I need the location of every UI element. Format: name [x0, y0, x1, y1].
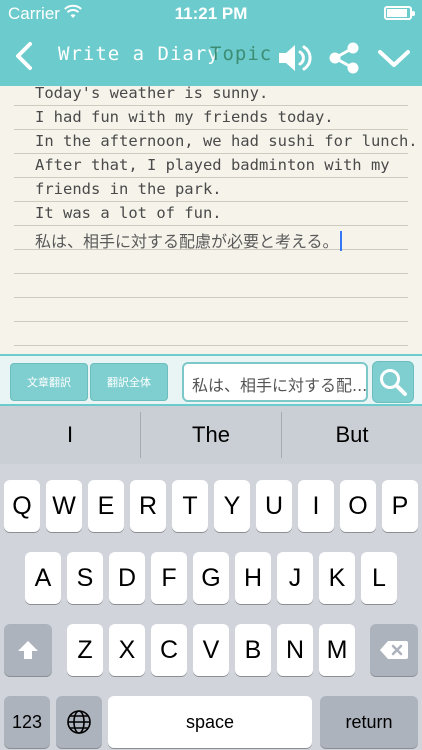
- text-caret: [339, 231, 342, 251]
- key-m[interactable]: M: [319, 624, 355, 676]
- speaker-icon[interactable]: [276, 42, 314, 74]
- ruled-line: [14, 201, 408, 202]
- suggestion-item[interactable]: But: [282, 406, 422, 464]
- key-d[interactable]: D: [109, 552, 145, 604]
- key-w[interactable]: W: [46, 480, 82, 532]
- diary-line: Today's weather is sunny.: [35, 86, 269, 102]
- globe-key[interactable]: [56, 696, 102, 748]
- translate-bar: 文章翻訳 翻訳全体 私は、相手に対する配...: [0, 354, 422, 406]
- translate-input[interactable]: 私は、相手に対する配...: [182, 362, 368, 402]
- topic-button[interactable]: Topic: [210, 43, 272, 65]
- back-chevron-icon[interactable]: [8, 38, 42, 74]
- key-u[interactable]: U: [256, 480, 292, 532]
- key-o[interactable]: O: [340, 480, 376, 532]
- page-title: Write a Diary: [58, 43, 220, 65]
- status-bar: Carrier 11:21 PM: [0, 0, 422, 28]
- ruled-line: [14, 321, 408, 322]
- search-button[interactable]: [372, 361, 414, 403]
- suggestion-bar: I The But: [0, 406, 422, 464]
- key-n[interactable]: N: [277, 624, 313, 676]
- key-p[interactable]: P: [382, 480, 418, 532]
- key-f[interactable]: F: [151, 552, 187, 604]
- ruled-line: [14, 177, 408, 178]
- key-g[interactable]: G: [193, 552, 229, 604]
- translate-sentence-button[interactable]: 文章翻訳: [10, 363, 88, 401]
- key-b[interactable]: B: [235, 624, 271, 676]
- key-q[interactable]: Q: [4, 480, 40, 532]
- key-a[interactable]: A: [25, 552, 61, 604]
- diary-line: It was a lot of fun.: [35, 204, 222, 222]
- return-key[interactable]: return: [320, 696, 418, 748]
- globe-icon: [67, 710, 91, 734]
- key-c[interactable]: C: [151, 624, 187, 676]
- clock: 11:21 PM: [174, 4, 248, 23]
- backspace-icon: [380, 641, 408, 659]
- numbers-key[interactable]: 123: [4, 696, 50, 748]
- diary-line: friends in the park.: [35, 180, 222, 198]
- diary-line-japanese: 私は、相手に対する配慮が必要と考える。: [35, 228, 342, 252]
- ruled-line: [14, 129, 408, 130]
- nav-bar: Write a Diary Topic: [0, 28, 422, 86]
- space-key[interactable]: space: [108, 696, 312, 748]
- key-e[interactable]: E: [88, 480, 124, 532]
- shift-key[interactable]: [4, 624, 52, 676]
- key-t[interactable]: T: [172, 480, 208, 532]
- suggestion-item[interactable]: I: [0, 406, 140, 464]
- key-j[interactable]: J: [277, 552, 313, 604]
- japanese-text: 私は、相手に対する配慮が必要と考える。: [35, 232, 339, 251]
- key-y[interactable]: Y: [214, 480, 250, 532]
- key-i[interactable]: I: [298, 480, 334, 532]
- ruled-line: [14, 153, 408, 154]
- key-k[interactable]: K: [319, 552, 355, 604]
- ruled-line: [14, 273, 408, 274]
- diary-line: I had fun with my friends today.: [35, 108, 334, 126]
- key-l[interactable]: L: [361, 552, 397, 604]
- delete-key[interactable]: [370, 624, 418, 676]
- key-s[interactable]: S: [67, 552, 103, 604]
- key-h[interactable]: H: [235, 552, 271, 604]
- ruled-line: [14, 345, 408, 346]
- ruled-line: [14, 105, 408, 106]
- search-icon: [380, 369, 407, 396]
- diary-line: In the afternoon, we had sushi for lunch…: [35, 132, 418, 150]
- battery-icon: [384, 6, 415, 20]
- shift-icon: [18, 641, 38, 659]
- ruled-line: [14, 225, 408, 226]
- key-x[interactable]: X: [109, 624, 145, 676]
- key-v[interactable]: V: [193, 624, 229, 676]
- diary-line: After that, I played badminton with my: [35, 156, 390, 174]
- translate-all-button[interactable]: 翻訳全体: [90, 363, 168, 401]
- diary-text-area[interactable]: Today's weather is sunny. I had fun with…: [0, 86, 422, 354]
- key-z[interactable]: Z: [67, 624, 103, 676]
- suggestion-item[interactable]: The: [141, 406, 281, 464]
- key-r[interactable]: R: [130, 480, 166, 532]
- ruled-line: [14, 297, 408, 298]
- chevron-down-icon[interactable]: [376, 44, 412, 72]
- share-icon[interactable]: [326, 40, 362, 76]
- keyboard: I The But Q W E R T Y U I O P A S D F G …: [0, 406, 422, 750]
